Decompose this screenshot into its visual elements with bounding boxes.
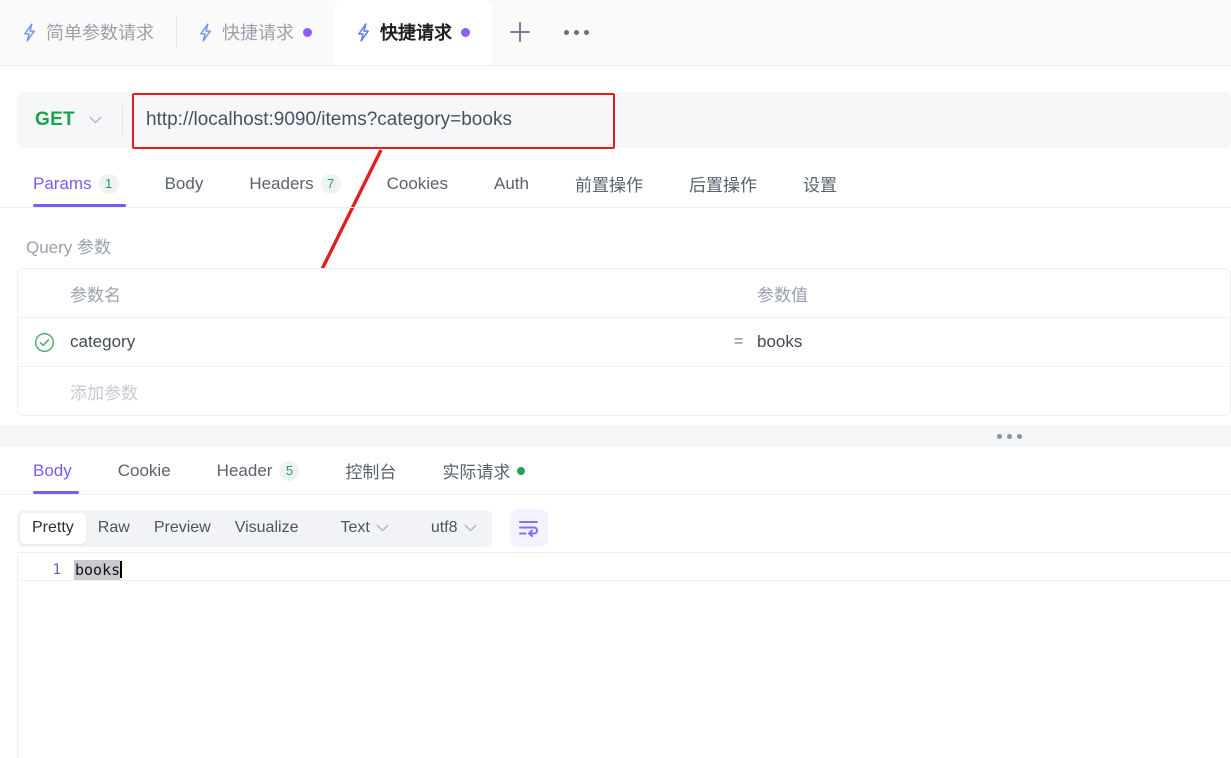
headers-count-badge: 7: [320, 173, 341, 194]
response-tab-header[interactable]: Header 5: [194, 447, 323, 494]
response-format-select[interactable]: Text: [328, 513, 400, 544]
tab-label: 设置: [803, 176, 837, 195]
tab-label: Body: [33, 460, 72, 480]
view-mode-visualize[interactable]: Visualize: [223, 513, 311, 544]
code-line: 1 books: [18, 559, 1231, 581]
tab-label: 后置操作: [689, 176, 757, 195]
http-method-select[interactable]: GET: [17, 92, 122, 148]
wrap-text-icon: [519, 521, 538, 537]
tab-label: Header: [216, 460, 273, 480]
tab-label: Cookies: [386, 173, 449, 193]
request-tab-params[interactable]: Params 1: [17, 160, 142, 207]
chevron-down-icon: [376, 524, 389, 532]
response-encoding-select[interactable]: utf8: [419, 513, 489, 544]
request-tab-1[interactable]: 快捷请求: [176, 0, 334, 65]
request-tab-0[interactable]: 简单参数请求: [0, 0, 176, 65]
param-enabled-checkbox[interactable]: [18, 332, 70, 353]
tab-label: 实际请求: [442, 463, 511, 482]
query-params-table: 参数名 参数值 category = books 添加参数: [17, 268, 1231, 416]
check-circle-icon: [34, 332, 54, 352]
text-cursor: [120, 561, 123, 578]
response-tab-actual-request[interactable]: 实际请求: [419, 447, 548, 494]
request-tab-pre-operation[interactable]: 前置操作: [552, 160, 666, 207]
tab-label: Headers: [249, 173, 314, 193]
tab-bar-more-button[interactable]: [548, 0, 604, 65]
response-tab-cookie[interactable]: Cookie: [95, 447, 194, 494]
drag-handle-icon: [997, 433, 1022, 439]
http-method-label: GET: [35, 109, 75, 130]
request-tab-cookies[interactable]: Cookies: [364, 160, 471, 207]
lightning-icon: [358, 22, 369, 42]
response-tab-console[interactable]: 控制台: [322, 447, 419, 494]
url-input[interactable]: http://localhost:9090/items?category=boo…: [123, 92, 1231, 148]
ellipsis-icon: [563, 29, 589, 35]
query-params-title: Query 参数: [26, 238, 112, 257]
response-header-count-badge: 5: [279, 460, 300, 481]
param-name-input[interactable]: category: [70, 332, 720, 352]
param-equals-sign: =: [733, 333, 744, 350]
response-body-editor[interactable]: 1 books: [17, 552, 1231, 758]
request-tab-bar: 简单参数请求 快捷请求 快捷请求: [0, 0, 1231, 66]
new-tab-button[interactable]: [492, 0, 548, 65]
tab-label: 前置操作: [575, 176, 643, 195]
unsaved-indicator-dot: [303, 27, 312, 37]
table-header-row: 参数名 参数值: [18, 269, 1230, 318]
actual-request-status-dot: [517, 466, 526, 475]
response-body-text[interactable]: books: [74, 559, 121, 580]
encoding-select-label: utf8: [430, 519, 458, 536]
params-count-badge: 1: [98, 173, 119, 194]
url-bar: GET http://localhost:9090/items?category…: [17, 92, 1231, 148]
chevron-down-icon: [464, 524, 476, 532]
unsaved-indicator-dot: [461, 27, 470, 37]
lightning-icon: [24, 22, 35, 42]
line-number: 1: [52, 561, 61, 578]
response-section-tabs: Body Cookie Header 5 控制台 实际请求: [0, 447, 1231, 495]
request-tab-settings[interactable]: 设置: [780, 160, 860, 207]
request-tab-post-operation[interactable]: 后置操作: [666, 160, 780, 207]
view-mode-preview[interactable]: Preview: [142, 513, 223, 544]
response-tab-body[interactable]: Body: [17, 447, 95, 494]
tab-label: Params: [33, 173, 92, 193]
chevron-down-icon: [89, 116, 102, 124]
param-value-input[interactable]: books: [757, 332, 1230, 352]
view-mode-raw[interactable]: Raw: [86, 513, 142, 544]
tab-label: Auth: [494, 173, 529, 193]
tab-label: Cookie: [117, 460, 171, 480]
lightning-icon: [200, 22, 211, 42]
view-mode-pretty[interactable]: Pretty: [20, 512, 86, 544]
response-view-mode-group: Pretty Raw Preview Visualize Text utf8: [17, 509, 492, 547]
tab-label: 控制台: [345, 463, 397, 482]
wrap-text-button[interactable]: [509, 509, 548, 547]
request-tab-headers[interactable]: Headers 7: [226, 160, 363, 207]
panel-splitter[interactable]: [0, 425, 1231, 447]
column-header-value: 参数值: [757, 285, 808, 305]
request-section-tabs: Params 1 Body Headers 7 Cookies Auth 前置操…: [0, 160, 1231, 208]
request-tab-2[interactable]: 快捷请求: [334, 0, 492, 65]
api-client-window: 简单参数请求 快捷请求 快捷请求 GET http://localhost:90…: [0, 0, 1231, 758]
format-select-label: Text: [340, 519, 370, 536]
response-toolbar: Pretty Raw Preview Visualize Text utf8: [17, 509, 548, 547]
request-tab-auth[interactable]: Auth: [471, 160, 552, 207]
tab-label: Body: [164, 173, 204, 193]
column-header-name: 参数名: [70, 285, 121, 305]
add-param-placeholder[interactable]: 添加参数: [70, 379, 720, 404]
table-row[interactable]: category = books: [18, 318, 1230, 367]
request-tab-body[interactable]: Body: [142, 160, 227, 207]
request-tab-label: 快捷请求: [222, 23, 294, 43]
request-tab-label: 快捷请求: [380, 23, 452, 43]
plus-icon: [509, 21, 531, 43]
add-param-row[interactable]: 添加参数: [18, 367, 1230, 415]
request-tab-label: 简单参数请求: [46, 23, 154, 43]
